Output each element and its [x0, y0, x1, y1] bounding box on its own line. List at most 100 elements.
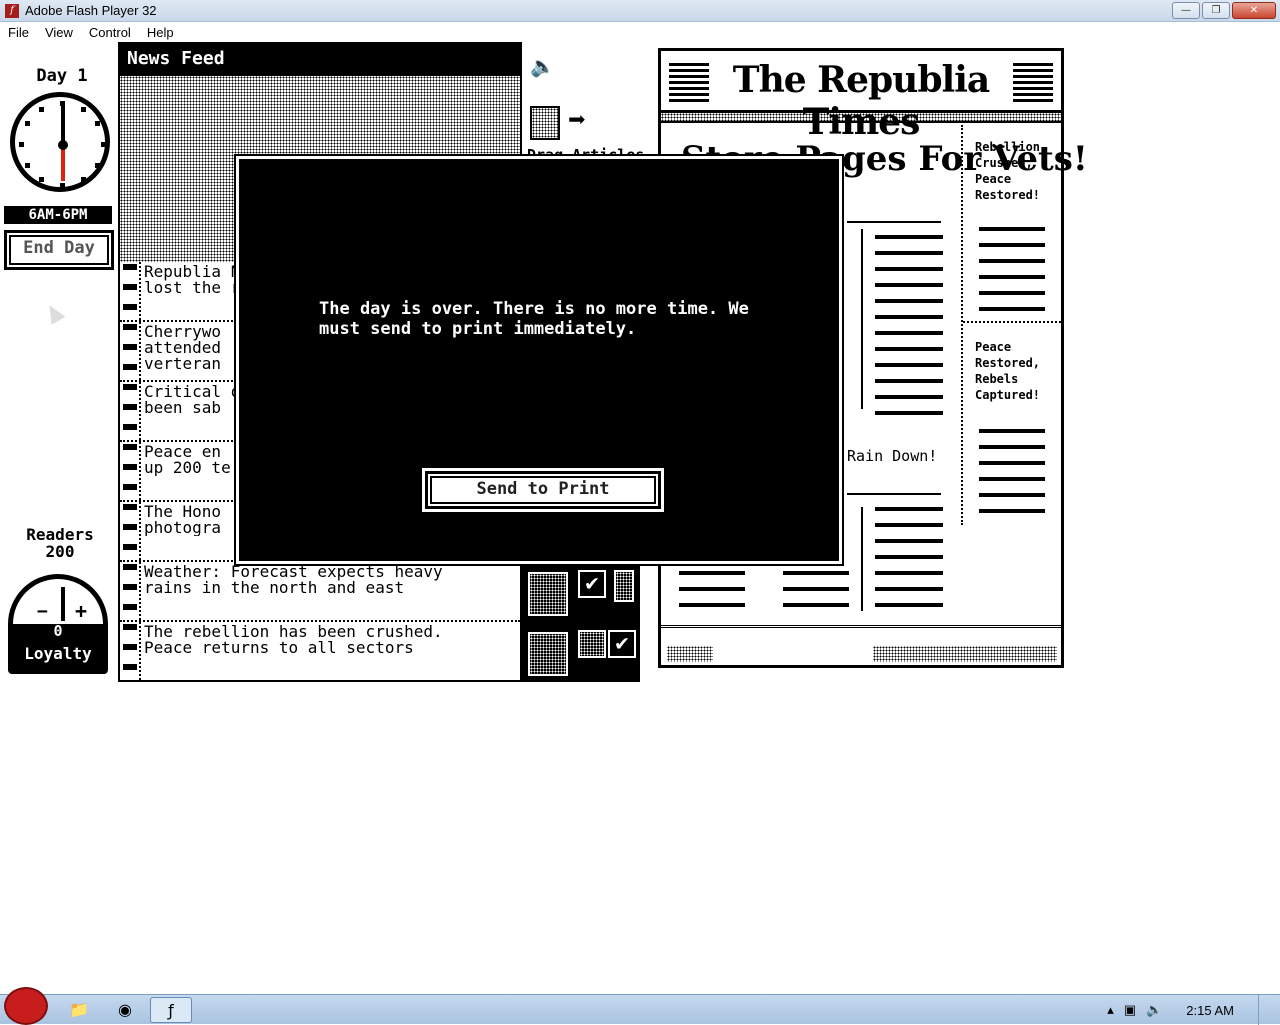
clock-tick [60, 183, 65, 188]
day-over-dialog: The day is over. There is no more time. … [234, 154, 844, 566]
article-slot[interactable] [528, 632, 568, 676]
tape-divider [139, 622, 141, 680]
tape-divider [139, 562, 141, 620]
article-text-lines [875, 235, 943, 415]
layout-icon[interactable] [530, 106, 560, 140]
column-divider [847, 493, 941, 495]
restore-button[interactable]: ❐ [1202, 2, 1230, 19]
minimize-button[interactable]: — [1172, 2, 1200, 19]
window-titlebar: f Adobe Flash Player 32 — ❐ ✕ [0, 0, 1280, 22]
article-slot[interactable] [528, 572, 568, 616]
end-day-button[interactable]: End Day [4, 230, 114, 270]
menu-file[interactable]: File [0, 25, 37, 40]
article-text-lines [875, 507, 943, 617]
clock-tick [81, 107, 86, 112]
news-article[interactable]: Weather: Forecast expects heavy rains in… [120, 562, 520, 622]
loyalty-minus-icon: − [37, 601, 48, 622]
masthead-ornament [669, 63, 709, 103]
rain-headline: Rain Down! [847, 447, 938, 465]
masthead-strip [661, 113, 1061, 123]
clock-icon [10, 92, 110, 192]
show-desktop-button[interactable] [1258, 995, 1270, 1025]
footer-dither [667, 646, 713, 662]
article-slot[interactable] [578, 630, 606, 658]
close-button[interactable]: ✕ [1232, 2, 1276, 19]
flash-app-icon: f [5, 3, 19, 18]
network-icon[interactable]: ▣ [1124, 1002, 1136, 1018]
newspaper-right-column: Rebellion Crushed, Peace Restored! Peace… [961, 125, 1061, 525]
send-to-print-button[interactable]: Send to Print [422, 468, 664, 512]
speaker-icon[interactable]: 🔈 [530, 54, 555, 78]
article-slots: ✔ ✔ [522, 562, 640, 682]
clock-tick [39, 107, 44, 112]
tape-divider [139, 382, 141, 440]
news-feed-title: News Feed [118, 42, 522, 76]
checkmark-icon[interactable]: ✔ [578, 570, 606, 598]
tray-expand-icon[interactable]: ▴ [1107, 1002, 1114, 1018]
readers-value: 200 [45, 542, 75, 561]
windows-taskbar: 📁 ◉ ƒ ▴ ▣ 🔈 2:15 AM [0, 987, 1280, 1025]
flash-player-taskbar-icon[interactable]: ƒ [150, 997, 192, 1023]
newspaper-footer [661, 625, 1061, 665]
menu-help[interactable]: Help [139, 25, 182, 40]
tape-divider [139, 442, 141, 500]
volume-icon[interactable]: 🔈 [1146, 1002, 1162, 1018]
clock-tick [95, 121, 100, 126]
game-canvas: Day 1 6AM-6PM End Day Readers 200 − + 0 … [0, 42, 1088, 687]
system-tray: ▴ ▣ 🔈 2:15 AM [1107, 995, 1280, 1025]
clock-tick [81, 177, 86, 182]
news-article[interactable]: The rebellion has been crushed. Peace re… [120, 622, 520, 682]
masthead-ornament [1013, 63, 1053, 103]
day-label: Day 1 [36, 66, 88, 86]
mouse-cursor-icon [42, 301, 66, 325]
tape-perforation [123, 324, 137, 380]
checkmark-icon[interactable]: ✔ [608, 630, 636, 658]
clock-time[interactable]: 2:15 AM [1186, 1003, 1234, 1018]
tape-perforation [123, 264, 137, 320]
side-story-headline: Peace Restored, Rebels Captured! [975, 340, 1041, 402]
article-slot[interactable] [614, 570, 634, 602]
column-divider [847, 221, 941, 223]
clock-tick [25, 121, 30, 126]
shift-label: 6AM-6PM [4, 206, 112, 224]
column-divider [963, 321, 1061, 323]
readers-label: Readers [26, 525, 94, 544]
right-arrow-icon[interactable]: ➡ [568, 106, 586, 136]
tape-perforation [123, 504, 137, 560]
news-article-text: Weather: Forecast expects heavy rains in… [144, 564, 443, 596]
window-controls: — ❐ ✕ [1172, 2, 1276, 19]
chrome-icon[interactable]: ◉ [104, 997, 146, 1023]
footer-dither [873, 646, 1057, 662]
article-text-lines [979, 429, 1045, 525]
tape-perforation [123, 624, 137, 680]
tape-perforation [123, 564, 137, 620]
clock-hub [58, 140, 68, 150]
loyalty-value: 0 [53, 622, 63, 640]
column-divider [861, 507, 863, 611]
clock-hour-hand [61, 145, 65, 181]
loyalty-gauge: − + 0 Loyalty [8, 574, 108, 674]
start-button-icon[interactable] [4, 987, 48, 1025]
tape-perforation [123, 444, 137, 500]
column-divider [861, 229, 863, 409]
window-title: Adobe Flash Player 32 [25, 3, 157, 18]
news-article-text: The rebellion has been crushed. Peace re… [144, 624, 443, 656]
loyalty-plus-icon: + [75, 599, 88, 623]
folder-icon[interactable]: 📁 [58, 997, 100, 1023]
menu-view[interactable]: View [37, 25, 81, 40]
day-over-message: The day is over. There is no more time. … [319, 299, 749, 339]
clock-tick [39, 177, 44, 182]
loyalty-label: Loyalty [24, 644, 92, 663]
clock-tick [25, 163, 30, 168]
tape-perforation [123, 384, 137, 440]
menu-bar: File View Control Help [0, 22, 1280, 42]
tape-divider [139, 502, 141, 560]
clock-tick [95, 163, 100, 168]
side-story-headline: Rebellion Crushed, Peace Restored! [975, 140, 1041, 202]
newspaper-masthead: The Republia Times [661, 51, 1061, 143]
clock-tick [19, 142, 24, 147]
loyalty-gauge-face: − + [13, 579, 103, 624]
menu-control[interactable]: Control [81, 25, 139, 40]
loyalty-needle [61, 587, 65, 621]
readers-counter: Readers 200 [10, 526, 110, 560]
